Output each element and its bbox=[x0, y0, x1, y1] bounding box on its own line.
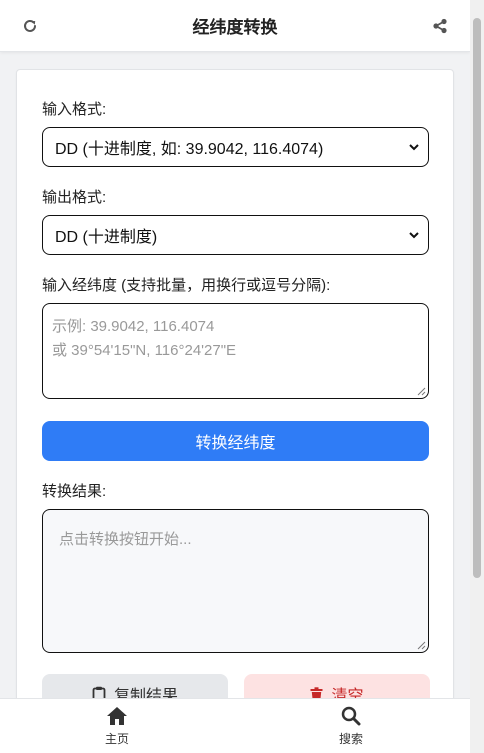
page-scrollbar[interactable] bbox=[470, 0, 484, 753]
input-format-select[interactable]: DD (十进制度, 如: 39.9042, 116.4074) bbox=[42, 127, 429, 167]
search-icon bbox=[341, 706, 361, 726]
chevron-down-icon bbox=[409, 232, 419, 239]
refresh-icon bbox=[24, 19, 36, 32]
bottom-navigation: 主页 搜索 bbox=[0, 698, 470, 753]
output-format-select[interactable]: DD (十进制度) bbox=[42, 215, 429, 255]
share-button[interactable] bbox=[428, 14, 452, 38]
convert-button[interactable]: 转换经纬度 bbox=[42, 421, 429, 461]
input-format-value: DD (十进制度, 如: 39.9042, 116.4074) bbox=[55, 141, 324, 158]
chevron-down-icon bbox=[409, 144, 419, 151]
result-output[interactable]: 点击转换按钮开始... bbox=[42, 509, 429, 653]
resize-grip-icon[interactable] bbox=[417, 641, 426, 650]
share-icon bbox=[433, 18, 447, 34]
nav-search[interactable]: 搜索 bbox=[316, 699, 386, 753]
app-header: 经纬度转换 bbox=[0, 0, 470, 52]
output-format-label: 输出格式: bbox=[42, 189, 107, 206]
resize-grip-icon[interactable] bbox=[417, 387, 426, 396]
coords-input-label: 输入经纬度 (支持批量，用换行或逗号分隔): bbox=[42, 277, 331, 294]
nav-home-label: 主页 bbox=[104, 732, 129, 746]
result-label: 转换结果: bbox=[42, 483, 107, 500]
refresh-button[interactable] bbox=[18, 14, 42, 38]
nav-home[interactable]: 主页 bbox=[82, 699, 152, 753]
nav-search-label: 搜索 bbox=[338, 732, 363, 746]
scrollbar-thumb[interactable] bbox=[473, 18, 481, 578]
input-format-label: 输入格式: bbox=[42, 101, 107, 118]
coords-input[interactable]: 示例: 39.9042, 116.4074 或 39°54'15"N, 116°… bbox=[42, 303, 429, 399]
coords-placeholder-line1: 示例: 39.9042, 116.4074 bbox=[52, 318, 215, 335]
converter-card: 输入格式: DD (十进制度, 如: 39.9042, 116.4074) 输出… bbox=[16, 69, 454, 749]
page-title: 经纬度转换 bbox=[192, 18, 278, 37]
home-icon bbox=[107, 707, 127, 725]
coords-placeholder-line2: 或 39°54'15"N, 116°24'27"E bbox=[52, 342, 237, 359]
result-placeholder: 点击转换按钮开始... bbox=[59, 531, 192, 548]
output-format-value: DD (十进制度) bbox=[55, 229, 158, 246]
